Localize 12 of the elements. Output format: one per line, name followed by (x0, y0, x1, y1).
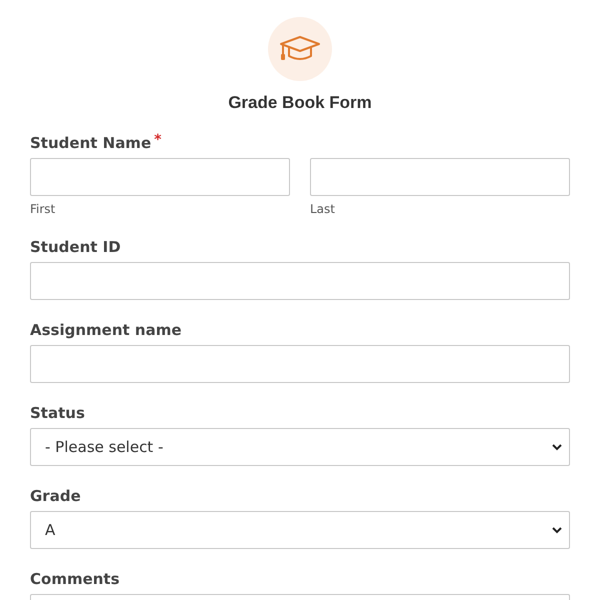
field-sublabel: First (30, 201, 56, 217)
required-mark: * (154, 133, 162, 147)
field-label: Grade (30, 486, 81, 506)
form-title: Grade Book Form (228, 93, 372, 113)
dropdown[interactable]: A (30, 511, 570, 549)
field-sublabel: Last (310, 201, 336, 217)
field-label: Student Name (30, 133, 152, 153)
field-label: Status (30, 403, 85, 423)
field-label: Comments (30, 569, 120, 589)
dropdown[interactable]: - Please select - (30, 428, 570, 466)
field-label: Student ID (30, 237, 121, 257)
field-label: Assignment name (30, 320, 182, 340)
